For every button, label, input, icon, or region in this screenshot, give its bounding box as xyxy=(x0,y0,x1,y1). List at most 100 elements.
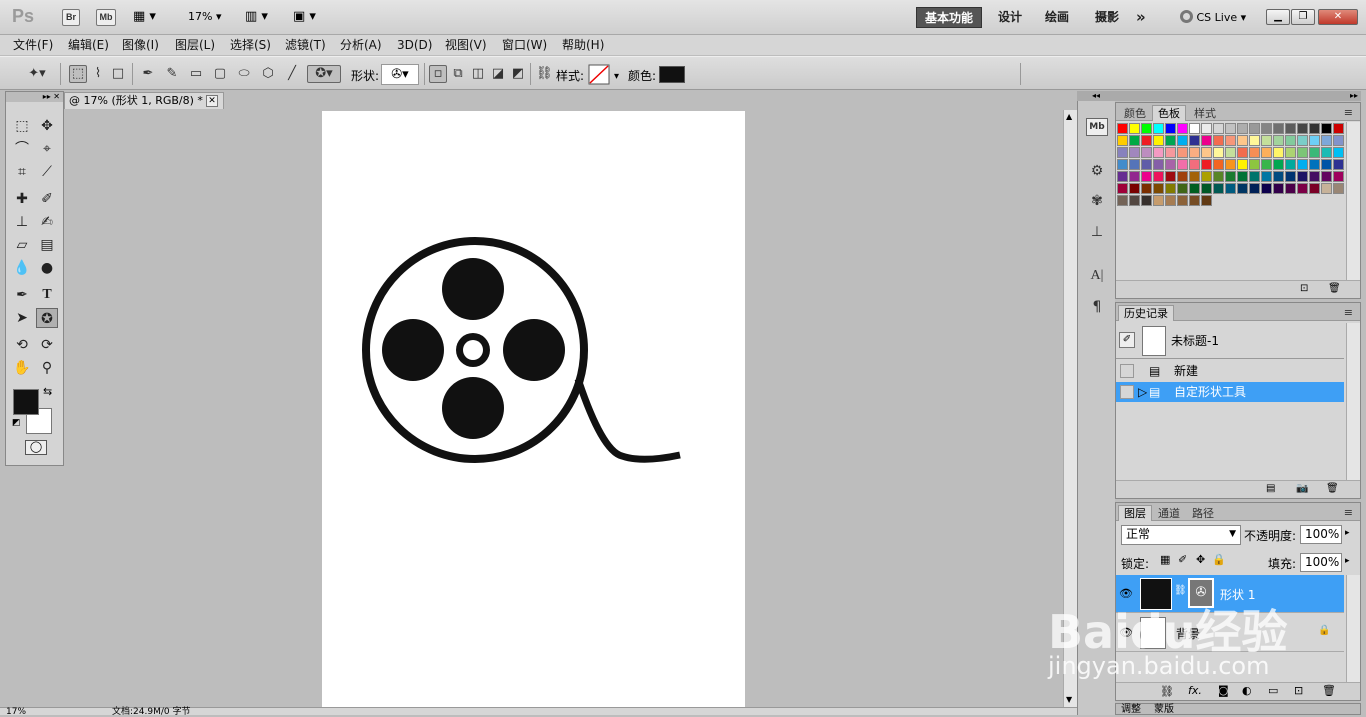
color-swatch[interactable] xyxy=(1285,147,1296,158)
dock-collapse-icon[interactable]: ◂◂ xyxy=(1077,91,1115,101)
color-swatch[interactable] xyxy=(1213,147,1224,158)
color-swatch[interactable] xyxy=(1189,147,1200,158)
color-swatch[interactable] xyxy=(1225,171,1236,182)
3d-orbit-tool-icon[interactable]: ⟳ xyxy=(36,335,58,355)
color-swatch[interactable] xyxy=(1249,171,1260,182)
marquee-tool-icon[interactable]: ⬚ xyxy=(11,116,33,136)
color-swatch[interactable] xyxy=(1309,135,1320,146)
tab-color[interactable]: 颜色 xyxy=(1118,105,1152,121)
color-swatch[interactable] xyxy=(1309,183,1320,194)
color-swatch[interactable] xyxy=(1177,195,1188,206)
color-swatch[interactable] xyxy=(1177,159,1188,170)
foreground-color-swatch[interactable] xyxy=(13,389,39,415)
color-swatch[interactable] xyxy=(1189,195,1200,206)
color-swatch[interactable] xyxy=(1141,183,1152,194)
lasso-tool-icon[interactable]: ⌒ xyxy=(11,139,33,159)
color-swatch[interactable] xyxy=(1261,135,1272,146)
zoom-level-dropdown[interactable]: 17% ▾ xyxy=(188,10,232,26)
color-swatch[interactable] xyxy=(1141,123,1152,134)
type-tool-icon[interactable]: T xyxy=(36,285,58,305)
freeform-pen-button[interactable]: ✎ xyxy=(163,65,181,83)
color-swatch[interactable] xyxy=(1117,183,1128,194)
color-swatch[interactable] xyxy=(1141,135,1152,146)
3d-rotate-tool-icon[interactable]: ⟲ xyxy=(11,335,33,355)
color-swatch[interactable] xyxy=(1117,195,1128,206)
paths-mode-button[interactable]: ⌇ xyxy=(89,65,107,83)
zoom-tool-icon[interactable]: ⚲ xyxy=(36,358,58,378)
fill-input[interactable]: 100% xyxy=(1300,553,1342,572)
document-canvas[interactable] xyxy=(322,111,745,708)
color-swatch[interactable] xyxy=(1273,147,1284,158)
color-swatch[interactable] xyxy=(1285,159,1296,170)
default-colors-icon[interactable]: ◩ xyxy=(12,418,21,428)
color-swatch[interactable] xyxy=(1261,159,1272,170)
new-snapshot-icon[interactable]: 📷 xyxy=(1296,483,1308,494)
history-scrollbar[interactable] xyxy=(1346,323,1360,480)
color-swatch[interactable] xyxy=(1273,171,1284,182)
menu-image[interactable]: 图像(I) xyxy=(122,37,159,53)
menu-file[interactable]: 文件(F) xyxy=(13,37,53,53)
shape-picker[interactable]: ✇▾ xyxy=(381,64,419,85)
color-swatch[interactable] xyxy=(1129,195,1140,206)
tools-panel-header[interactable]: ▸▸ ✕ xyxy=(6,92,63,102)
custom-shape-tool-icon[interactable]: ✪ xyxy=(36,308,58,328)
lock-position-icon[interactable]: ✥ xyxy=(1196,553,1205,566)
quick-selection-tool-icon[interactable]: ⌖ xyxy=(36,139,58,159)
menu-layer[interactable]: 图层(L) xyxy=(175,37,215,53)
brush-presets-icon[interactable]: ⚙ xyxy=(1086,160,1108,182)
opacity-arrow-icon[interactable]: ▸ xyxy=(1345,528,1350,538)
color-swatch[interactable] xyxy=(1273,159,1284,170)
exclude-overlap-button[interactable]: ◩ xyxy=(509,65,527,83)
color-swatch[interactable] xyxy=(1129,135,1140,146)
color-swatch[interactable] xyxy=(1237,171,1248,182)
screen-mode-button[interactable]: ▣ ▾ xyxy=(293,9,327,26)
color-swatch[interactable] xyxy=(1225,159,1236,170)
color-swatch[interactable] xyxy=(1297,171,1308,182)
color-swatch[interactable] xyxy=(1237,147,1248,158)
color-swatch[interactable] xyxy=(1297,147,1308,158)
color-swatch[interactable] xyxy=(1261,183,1272,194)
history-checkbox[interactable] xyxy=(1120,385,1134,399)
color-swatch[interactable] xyxy=(1297,183,1308,194)
color-swatch[interactable] xyxy=(1189,171,1200,182)
history-checkbox[interactable] xyxy=(1120,364,1134,378)
color-swatch[interactable] xyxy=(1297,159,1308,170)
line-tool-button[interactable]: ╱ xyxy=(283,65,301,83)
color-swatch[interactable] xyxy=(1285,135,1296,146)
tab-channels[interactable]: 通道 xyxy=(1152,505,1186,521)
shape-color-swatch[interactable] xyxy=(659,66,685,83)
color-swatch[interactable] xyxy=(1201,147,1212,158)
color-swatch[interactable] xyxy=(1165,123,1176,134)
create-new-shape-layer-button[interactable]: ▫ xyxy=(429,65,447,83)
lock-image-icon[interactable]: ✐ xyxy=(1178,553,1187,566)
arrange-documents-button[interactable]: ▥ ▾ xyxy=(245,9,279,26)
color-swatch[interactable] xyxy=(1261,123,1272,134)
menu-help[interactable]: 帮助(H) xyxy=(562,37,604,53)
color-swatch[interactable] xyxy=(1321,171,1332,182)
swap-colors-icon[interactable]: ⇆ xyxy=(43,385,52,398)
color-swatch[interactable] xyxy=(1297,135,1308,146)
color-swatch[interactable] xyxy=(1321,147,1332,158)
color-swatch[interactable] xyxy=(1141,159,1152,170)
paragraph-panel-icon[interactable]: ¶ xyxy=(1086,296,1108,318)
lock-all-icon[interactable]: 🔒 xyxy=(1212,553,1226,566)
tab-history[interactable]: 历史记录 xyxy=(1118,305,1174,321)
crop-tool-icon[interactable]: ⌗ xyxy=(11,162,33,182)
menu-window[interactable]: 窗口(W) xyxy=(502,37,547,53)
history-item-new[interactable]: ▤ 新建 xyxy=(1116,361,1344,381)
menu-view[interactable]: 视图(V) xyxy=(445,37,487,53)
color-swatch[interactable] xyxy=(1177,183,1188,194)
color-swatch[interactable] xyxy=(1189,159,1200,170)
layer-style-icon[interactable]: fx. xyxy=(1188,684,1202,697)
subtract-shape-area-button[interactable]: ◫ xyxy=(469,65,487,83)
color-swatch[interactable] xyxy=(1213,123,1224,134)
color-swatch[interactable] xyxy=(1165,195,1176,206)
blur-tool-icon[interactable]: 💧 xyxy=(11,258,33,278)
color-swatch[interactable] xyxy=(1165,159,1176,170)
workspace-painting[interactable]: 绘画 xyxy=(1037,7,1077,28)
color-swatch[interactable] xyxy=(1153,159,1164,170)
brush-tool-icon[interactable]: ✐ xyxy=(36,189,58,209)
pen-tool-button[interactable]: ✒ xyxy=(139,65,157,83)
eyedropper-tool-icon[interactable]: ⟋ xyxy=(36,162,58,182)
color-swatch[interactable] xyxy=(1153,171,1164,182)
